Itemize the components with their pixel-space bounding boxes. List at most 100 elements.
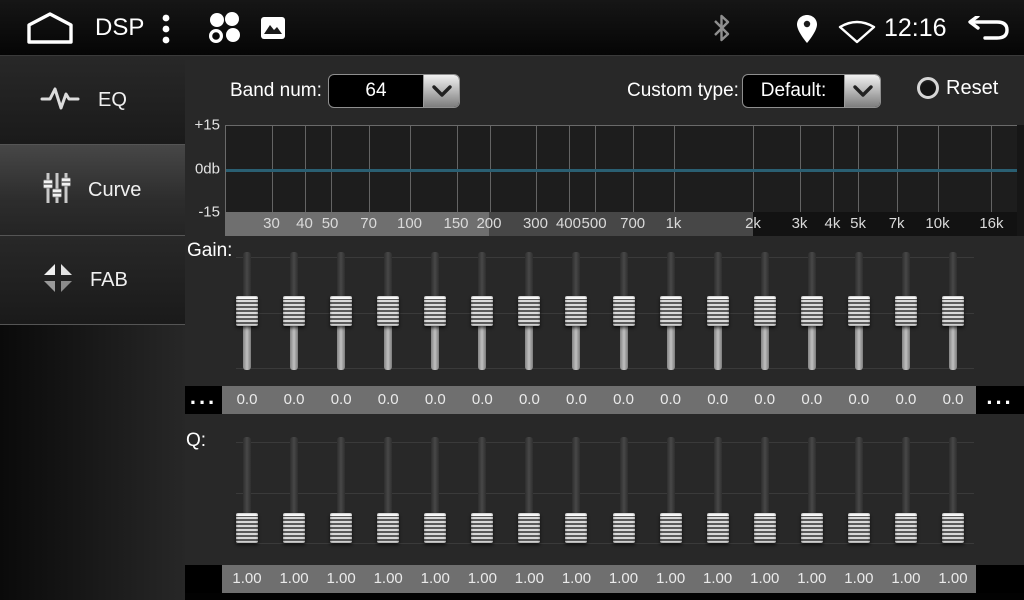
apps-clover-icon[interactable] (205, 11, 243, 45)
slider-thumb[interactable] (424, 513, 446, 543)
slider-thumb[interactable] (895, 296, 917, 326)
kebab-menu-icon[interactable] (161, 14, 171, 44)
q-slider[interactable] (707, 433, 729, 547)
slider-thumb[interactable] (565, 513, 587, 543)
slider-thumb[interactable] (330, 513, 352, 543)
q-slider[interactable] (660, 433, 682, 547)
reset-radio[interactable] (917, 77, 939, 99)
q-slider[interactable] (377, 433, 399, 547)
slider-thumb[interactable] (236, 513, 258, 543)
gain-slider[interactable] (613, 248, 635, 374)
gain-slider[interactable] (895, 248, 917, 374)
slider-thumb[interactable] (707, 296, 729, 326)
slider-thumb[interactable] (377, 296, 399, 326)
gain-slider[interactable] (377, 248, 399, 374)
q-slider[interactable] (848, 433, 870, 547)
q-slider[interactable] (801, 433, 823, 547)
sidebar-item-fab[interactable]: FAB (0, 236, 185, 325)
q-slider[interactable] (283, 433, 305, 547)
db-tick-label: -15 (188, 204, 220, 221)
gain-value: 0.0 (743, 386, 787, 414)
clock: 12:16 (884, 14, 947, 43)
slider-thumb[interactable] (613, 296, 635, 326)
freq-tick-label: 10k (925, 212, 949, 236)
gain-slider[interactable] (565, 248, 587, 374)
slider-thumb[interactable] (471, 513, 493, 543)
slider-thumb[interactable] (424, 296, 446, 326)
q-value: 1.00 (884, 565, 928, 593)
gain-slider[interactable] (236, 248, 258, 374)
slider-thumb[interactable] (895, 513, 917, 543)
q-value: 1.00 (413, 565, 457, 593)
gain-value: 0.0 (602, 386, 646, 414)
gain-slider[interactable] (942, 248, 964, 374)
chevron-down-icon[interactable] (844, 75, 880, 107)
q-slider[interactable] (613, 433, 635, 547)
eq-curve-plot[interactable] (225, 125, 1018, 213)
gain-slider[interactable] (801, 248, 823, 374)
slider-thumb[interactable] (283, 296, 305, 326)
slider-thumb[interactable] (377, 513, 399, 543)
slider-thumb[interactable] (754, 296, 776, 326)
band-num-dropdown[interactable]: 64 (328, 74, 460, 108)
q-value: 1.00 (460, 565, 504, 593)
slider-thumb[interactable] (471, 296, 493, 326)
slider-thumb[interactable] (801, 296, 823, 326)
location-pin-icon (795, 14, 819, 44)
gain-scroll-left-button[interactable]: ... (185, 386, 222, 414)
freq-tick-label: 70 (360, 212, 377, 236)
freq-tick-label: 4k (825, 212, 841, 236)
slider-thumb[interactable] (330, 296, 352, 326)
gain-slider[interactable] (471, 248, 493, 374)
gain-slider[interactable] (330, 248, 352, 374)
gallery-icon[interactable] (261, 17, 285, 39)
back-arrow-icon[interactable] (961, 16, 1011, 44)
slider-thumb[interactable] (942, 513, 964, 543)
slider-thumb[interactable] (565, 296, 587, 326)
slider-thumb[interactable] (236, 296, 258, 326)
custom-type-dropdown[interactable]: Default: (742, 74, 881, 108)
q-slider[interactable] (424, 433, 446, 547)
q-slider[interactable] (236, 433, 258, 547)
gain-slider[interactable] (660, 248, 682, 374)
gain-scroll-right-button[interactable]: ... (976, 386, 1024, 414)
slider-thumb[interactable] (283, 513, 305, 543)
gain-slider[interactable] (754, 248, 776, 374)
q-slider[interactable] (518, 433, 540, 547)
q-row-right-corner (976, 565, 1024, 593)
home-icon[interactable] (26, 12, 74, 44)
q-slider[interactable] (330, 433, 352, 547)
slider-thumb[interactable] (754, 513, 776, 543)
gain-slider[interactable] (848, 248, 870, 374)
slider-thumb[interactable] (518, 513, 540, 543)
gain-slider[interactable] (283, 248, 305, 374)
gain-slider[interactable] (424, 248, 446, 374)
slider-thumb[interactable] (848, 296, 870, 326)
slider-thumb[interactable] (613, 513, 635, 543)
gain-value: 0.0 (366, 386, 410, 414)
slider-thumb[interactable] (660, 296, 682, 326)
slider-thumb[interactable] (942, 296, 964, 326)
gain-value: 0.0 (272, 386, 316, 414)
q-slider[interactable] (895, 433, 917, 547)
q-slider[interactable] (471, 433, 493, 547)
fader-balance-icon (40, 260, 76, 301)
q-value: 1.00 (272, 565, 316, 593)
q-slider[interactable] (942, 433, 964, 547)
gain-value: 0.0 (460, 386, 504, 414)
gain-slider[interactable] (707, 248, 729, 374)
slider-thumb[interactable] (707, 513, 729, 543)
q-slider[interactable] (565, 433, 587, 547)
q-slider[interactable] (754, 433, 776, 547)
sidebar-item-eq[interactable]: EQ (0, 56, 185, 145)
freq-tick-label: 100 (397, 212, 422, 236)
sidebar-item-curve[interactable]: Curve (0, 145, 185, 236)
slider-thumb[interactable] (518, 296, 540, 326)
chevron-down-icon[interactable] (423, 75, 459, 107)
slider-thumb[interactable] (848, 513, 870, 543)
slider-thumb[interactable] (660, 513, 682, 543)
gain-value: 0.0 (884, 386, 928, 414)
slider-thumb[interactable] (801, 513, 823, 543)
q-value-row: 1.001.001.001.001.001.001.001.001.001.00… (222, 565, 976, 593)
gain-slider[interactable] (518, 248, 540, 374)
